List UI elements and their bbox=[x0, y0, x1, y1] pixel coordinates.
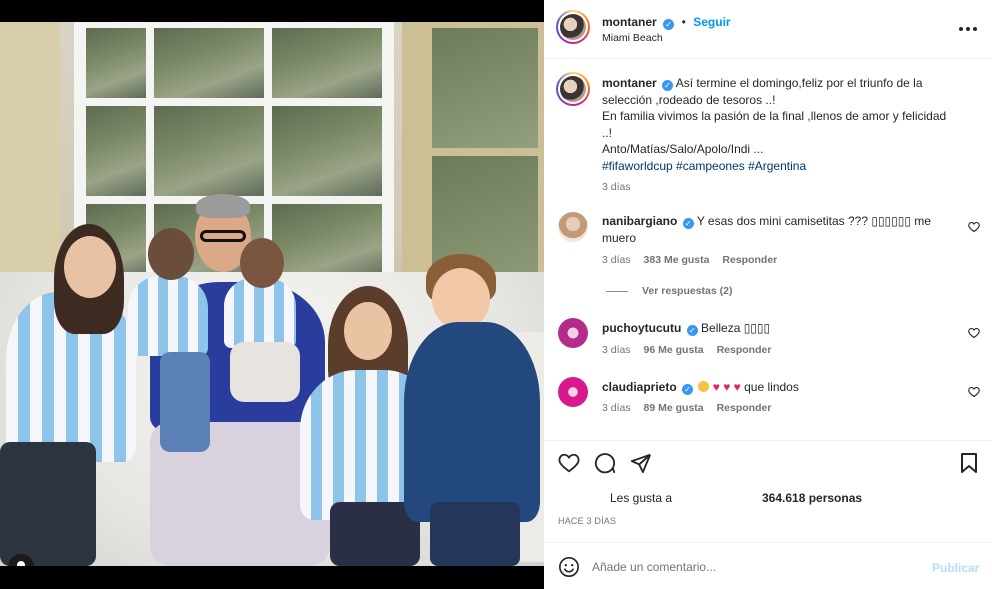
wall bbox=[0, 22, 60, 302]
comment-likes[interactable]: 89 Me gusta bbox=[644, 402, 704, 414]
view-replies-button[interactable]: Ver respuestas (2) bbox=[642, 285, 732, 297]
comments-divider bbox=[544, 440, 992, 441]
caption-line5: Anto/Matías/Salo/Apolo/Indi ... bbox=[602, 142, 764, 156]
comment-username[interactable]: puchoytucutu bbox=[602, 321, 681, 335]
post-photo-area bbox=[0, 0, 544, 589]
smiling-hearts-emoji-icon bbox=[698, 381, 710, 392]
dot-separator: • bbox=[681, 15, 686, 29]
comment-time[interactable]: 3 días bbox=[602, 254, 631, 266]
heart-icon[interactable] bbox=[968, 327, 980, 339]
comment-likes[interactable]: 96 Me gusta bbox=[644, 344, 704, 356]
reply-button[interactable]: Responder bbox=[722, 254, 777, 266]
likes-prefix: Les gusta a bbox=[610, 491, 673, 505]
replies-line bbox=[606, 291, 628, 292]
verified-badge-icon: ✓ bbox=[663, 19, 675, 30]
comment-icon[interactable] bbox=[594, 452, 616, 474]
comment-2: puchoytucutu ✓ Belleza ▯▯▯▯ bbox=[602, 320, 770, 337]
red-heart-icon: ♥ bbox=[712, 380, 720, 394]
caption-time[interactable]: 3 días bbox=[602, 179, 972, 196]
instagram-post-window: montaner ✓ • Seguir Miami Beach montaner… bbox=[0, 0, 992, 589]
compose-divider bbox=[544, 542, 992, 543]
comment-time[interactable]: 3 días bbox=[602, 344, 631, 356]
follow-button[interactable]: Seguir bbox=[693, 15, 730, 29]
header-divider bbox=[544, 58, 992, 59]
comment-1-meta: 3 días 383 Me gusta Responder bbox=[602, 254, 777, 266]
bookmark-icon[interactable] bbox=[959, 452, 979, 474]
comment-time[interactable]: 3 días bbox=[602, 402, 631, 414]
comment-username[interactable]: claudiaprieto bbox=[602, 380, 677, 394]
red-heart-icon: ♥ bbox=[733, 380, 741, 394]
more-horizontal-icon[interactable] bbox=[958, 26, 978, 32]
comment-text-cont: muero bbox=[602, 230, 637, 245]
emoji-icon[interactable] bbox=[558, 556, 580, 578]
heart-icon[interactable] bbox=[558, 452, 580, 474]
caption: montaner ✓ Así termine el domingo,feliz … bbox=[602, 75, 972, 196]
post-photo[interactable] bbox=[0, 22, 544, 566]
post-side-panel: montaner ✓ • Seguir Miami Beach montaner… bbox=[544, 0, 992, 589]
person-girl-left-face bbox=[64, 236, 116, 298]
comment-text: Y esas dos mini camisetitas ??? ▯▯▯▯▯▯ m… bbox=[696, 214, 931, 228]
author-username[interactable]: montaner bbox=[602, 15, 657, 29]
caption-line4: ..! bbox=[602, 125, 613, 140]
author-avatar[interactable] bbox=[556, 10, 590, 44]
reply-button[interactable]: Responder bbox=[717, 402, 772, 414]
comment-2-meta: 3 días 96 Me gusta Responder bbox=[602, 344, 771, 356]
red-heart-icon: ♥ bbox=[723, 380, 731, 394]
heart-icon[interactable] bbox=[968, 221, 980, 233]
person-boy-face bbox=[432, 268, 490, 330]
verified-badge-icon: ✓ bbox=[682, 384, 694, 395]
commenter-avatar[interactable] bbox=[558, 377, 588, 407]
person-boy bbox=[404, 322, 540, 522]
commenter-avatar[interactable] bbox=[558, 318, 588, 348]
caption-line1: Así termine el domingo,feliz por el triu… bbox=[675, 76, 923, 90]
caption-line2: selección ,rodeado de tesoros ..! bbox=[602, 92, 776, 107]
reply-button[interactable]: Responder bbox=[717, 344, 772, 356]
share-icon[interactable] bbox=[630, 452, 652, 474]
comment-text: Belleza ▯▯▯▯ bbox=[701, 321, 771, 335]
comment-likes[interactable]: 383 Me gusta bbox=[644, 254, 710, 266]
comment-username[interactable]: nanibargiano bbox=[602, 214, 677, 228]
comment-3-meta: 3 días 89 Me gusta Responder bbox=[602, 402, 771, 414]
caption-username[interactable]: montaner bbox=[602, 76, 657, 90]
likes-count[interactable]: 364.618 personas bbox=[762, 491, 862, 505]
comment-3: claudiaprieto ✓ ♥ ♥ ♥ que lindos bbox=[602, 379, 799, 396]
add-comment-input[interactable] bbox=[592, 557, 912, 577]
caption-line3: En familia vivimos la pasión de la final… bbox=[602, 109, 947, 123]
post-location[interactable]: Miami Beach bbox=[602, 32, 663, 44]
publish-button[interactable]: Publicar bbox=[932, 561, 979, 575]
verified-badge-icon: ✓ bbox=[686, 325, 698, 336]
commenter-avatar[interactable] bbox=[558, 212, 588, 242]
person-baby-right bbox=[224, 278, 296, 348]
comment-text: que lindos bbox=[744, 380, 799, 394]
post-timestamp[interactable]: HACE 3 DÍAS bbox=[558, 516, 616, 526]
person-girl-small-face bbox=[344, 302, 392, 360]
post-header: montaner ✓ • Seguir bbox=[602, 13, 731, 31]
caption-hashtags[interactable]: #fifaworldcup #campeones #Argentina bbox=[602, 158, 972, 175]
verified-badge-icon: ✓ bbox=[682, 218, 694, 229]
comment-1: nanibargiano ✓ Y esas dos mini camisetit… bbox=[602, 213, 952, 246]
heart-icon[interactable] bbox=[968, 386, 980, 398]
verified-badge-icon: ✓ bbox=[662, 80, 674, 91]
person-baby-left bbox=[128, 276, 208, 356]
caption-avatar[interactable] bbox=[556, 72, 590, 106]
